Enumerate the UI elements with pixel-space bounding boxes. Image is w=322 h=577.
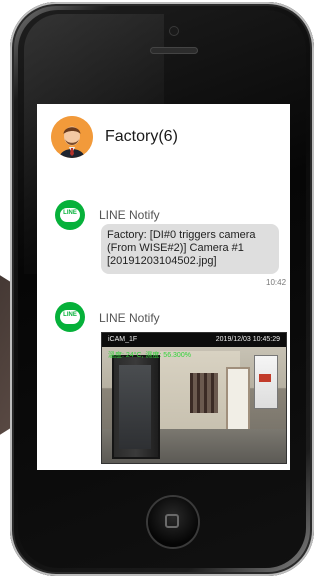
speaker-grille (150, 47, 198, 54)
office-corridor-photo (102, 347, 286, 463)
door-glass (119, 365, 151, 449)
message-line: (From WISE#2)] Camera #1 (107, 242, 244, 254)
line-badge-text: LINE (63, 210, 77, 216)
message-line: Factory: [DI#0 triggers camera (107, 229, 256, 241)
home-button[interactable] (148, 497, 198, 547)
corridor-door (226, 367, 250, 433)
wall-poster (254, 355, 278, 409)
camera-name: iCAM_1F (108, 336, 138, 343)
corridor-window (190, 373, 218, 413)
line-icon: LINE (55, 302, 85, 332)
line-badge-text: LINE (63, 312, 77, 318)
sender-name: LINE Notify (99, 208, 160, 222)
front-camera-icon (170, 27, 178, 35)
camera-timestamp: 2019/12/03 10:45:29 (215, 336, 280, 343)
phone-screen: Factory(6) LINE LINE Notify Factory: [DI… (37, 104, 290, 470)
message-time: 10:42 (266, 278, 287, 287)
chat-header: Factory(6) (37, 104, 290, 172)
message-line: [20191203104502.jpg] (107, 255, 217, 267)
sensor-overlay: 溫度: 24°C, 濕度: 56.300% (108, 352, 191, 359)
line-icon: LINE (55, 200, 85, 230)
message-bubble[interactable]: Factory: [DI#0 triggers camera (From WIS… (101, 224, 279, 274)
businessman-avatar-icon[interactable] (51, 116, 93, 158)
camera-snapshot[interactable]: iCAM_1F 2019/12/03 10:45:29 溫度: 24°C, 濕度… (101, 332, 287, 464)
chat-title: Factory(6) (105, 128, 178, 145)
camera-info-bar: iCAM_1F 2019/12/03 10:45:29 (102, 333, 286, 347)
home-square-icon (165, 514, 179, 528)
glass-door (112, 355, 160, 459)
poster-accent (259, 374, 271, 382)
sender-name: LINE Notify (99, 311, 160, 325)
app-stage: Factory(6) LINE LINE Notify Factory: [DI… (0, 0, 322, 577)
